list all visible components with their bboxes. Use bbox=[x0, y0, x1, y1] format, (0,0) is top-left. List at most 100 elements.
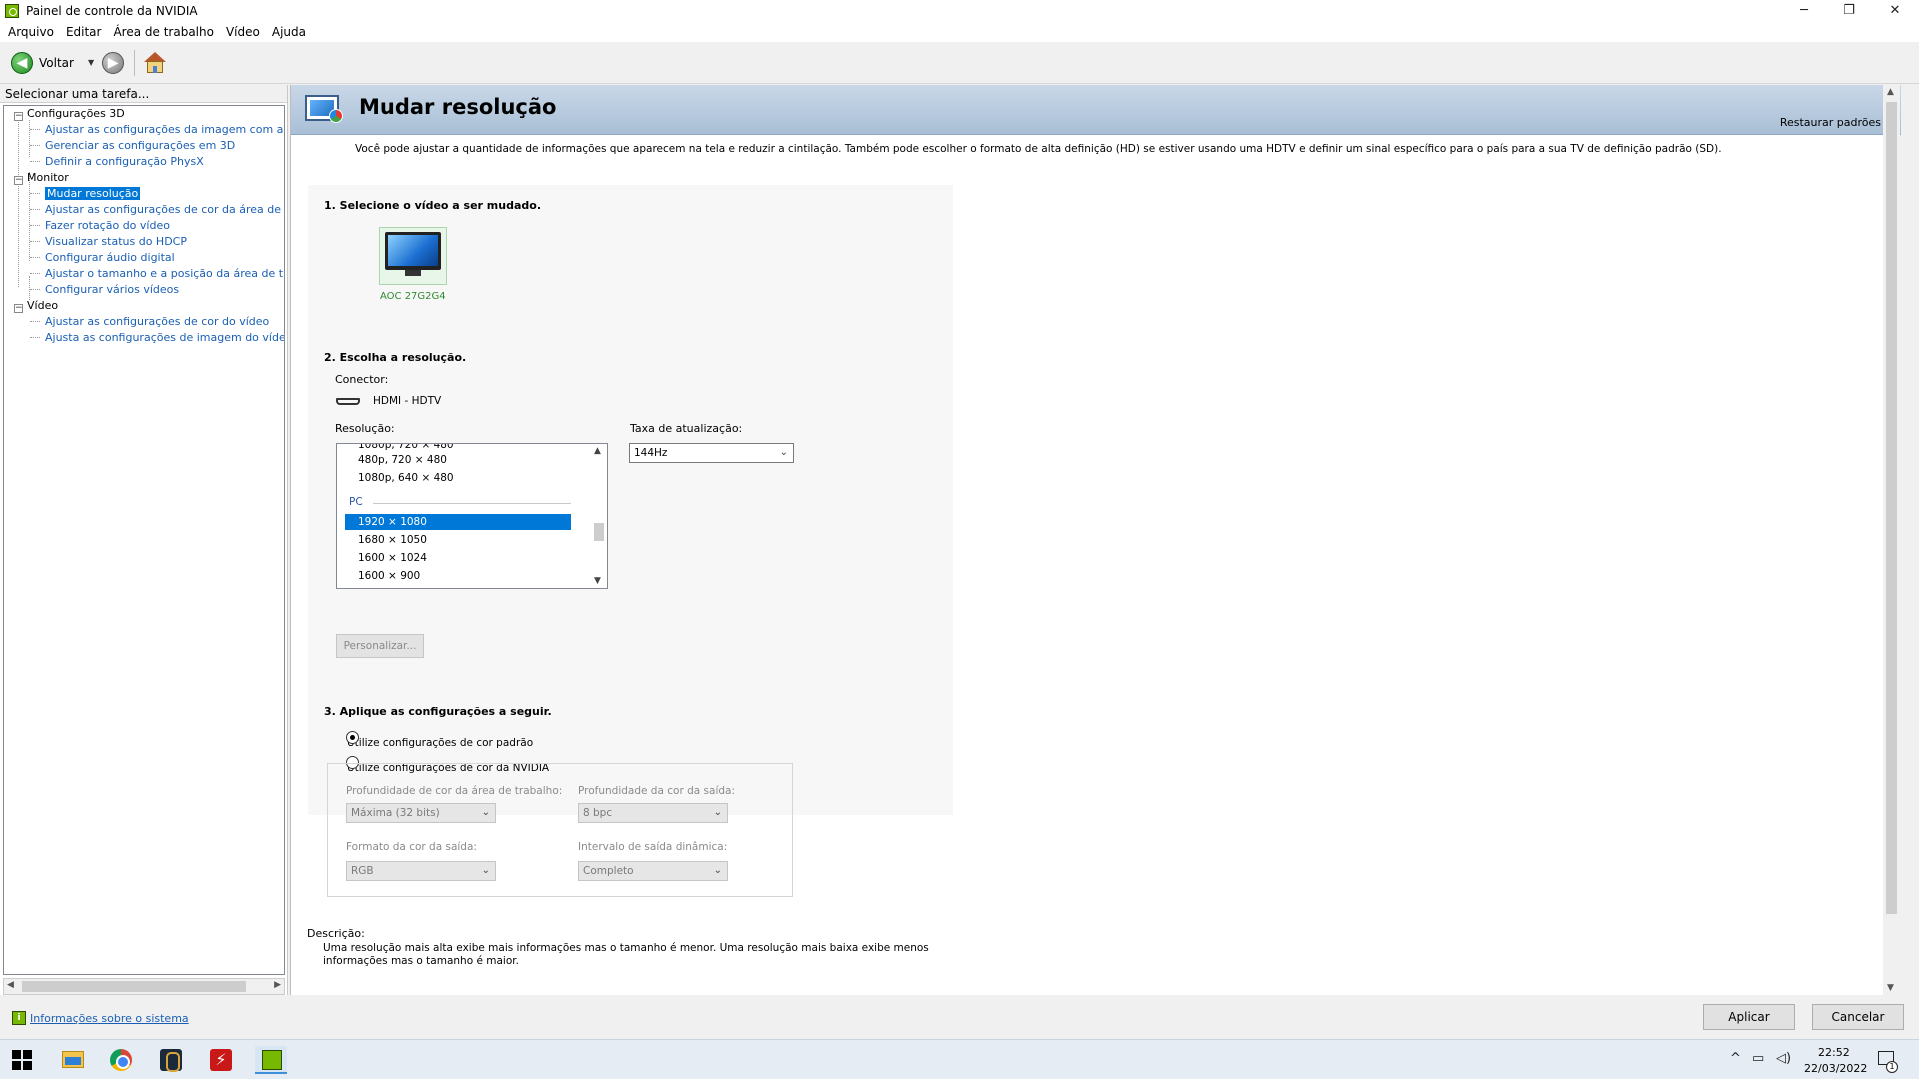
scrollbar-thumb[interactable] bbox=[1886, 102, 1897, 914]
back-arrow-icon[interactable]: ◀ bbox=[11, 51, 33, 74]
monitor-name[interactable]: AOC 27G2G4 bbox=[380, 291, 446, 302]
menu-editar[interactable]: Editar bbox=[60, 25, 108, 39]
maximize-button[interactable]: ❐ bbox=[1826, 0, 1872, 21]
description-title: Descrição: bbox=[307, 927, 365, 940]
close-button[interactable]: ✕ bbox=[1872, 0, 1918, 21]
chrome-icon[interactable] bbox=[110, 1049, 132, 1071]
tree-item-change-resolution[interactable]: Mudar resolução bbox=[45, 186, 141, 202]
menu-area-de-trabalho[interactable]: Área de trabalho bbox=[107, 25, 220, 39]
radio-default-color[interactable] bbox=[346, 731, 359, 744]
tree-item-multiple-displays[interactable]: Configurar vários vídeos bbox=[45, 282, 179, 298]
clock-time[interactable]: 22:52 bbox=[1818, 1046, 1850, 1059]
page-banner: Mudar resolução Restaurar padrões bbox=[291, 85, 1901, 135]
home-icon[interactable] bbox=[143, 51, 167, 75]
system-info-link[interactable]: Informações sobre o sistema bbox=[30, 1012, 189, 1025]
file-explorer-icon[interactable] bbox=[62, 1051, 84, 1068]
step3-heading: 3. Aplique as configurações a seguir. bbox=[324, 705, 552, 718]
chevron-down-icon: ⌄ bbox=[713, 807, 722, 818]
tree-item-desktop-size[interactable]: Ajustar o tamanho e a posição da área de… bbox=[45, 266, 284, 282]
tree-item-digital-audio[interactable]: Configurar áudio digital bbox=[45, 250, 175, 266]
dynamic-range-value: Completo bbox=[583, 865, 634, 877]
game-launcher-icon[interactable] bbox=[160, 1049, 182, 1072]
resolution-item[interactable]: 1680 × 1050 bbox=[358, 532, 427, 548]
collapse-icon[interactable]: − bbox=[14, 112, 23, 121]
refresh-rate-select[interactable]: 144Hz ⌄ bbox=[629, 443, 794, 463]
tree-item-rotate[interactable]: Fazer rotação do vídeo bbox=[45, 218, 170, 234]
lightning-app-icon[interactable]: ⚡ bbox=[210, 1049, 232, 1071]
output-depth-select[interactable]: 8 bpc ⌄ bbox=[578, 803, 728, 823]
tree-item-video-color[interactable]: Ajustar as configurações de cor do vídeo bbox=[45, 314, 269, 330]
network-icon[interactable]: ▭ bbox=[1752, 1051, 1764, 1066]
scroll-down-icon[interactable]: ▼ bbox=[594, 576, 601, 586]
output-depth-value: 8 bpc bbox=[583, 807, 613, 819]
desktop-depth-value: Máxima (32 bits) bbox=[351, 807, 440, 819]
toolbar-separator bbox=[134, 49, 136, 76]
forward-arrow-icon[interactable]: ▶ bbox=[102, 51, 125, 74]
task-tree-horizontal-scrollbar[interactable]: ◀ ▶ bbox=[3, 978, 285, 995]
tree-item-video-image[interactable]: Ajusta as configurações de imagem do víd… bbox=[45, 330, 284, 346]
nvidia-taskbar-icon[interactable] bbox=[255, 1046, 287, 1074]
connector-value: HDMI - HDTV bbox=[373, 395, 442, 407]
monitor-icon bbox=[385, 232, 441, 276]
display-resolution-icon bbox=[305, 91, 345, 129]
chevron-down-icon: ⌄ bbox=[779, 447, 788, 458]
chevron-down-icon: ⌄ bbox=[481, 865, 490, 876]
windows-start-icon[interactable] bbox=[12, 1050, 32, 1070]
tree-item-hdcp[interactable]: Visualizar status do HDCP bbox=[45, 234, 187, 250]
volume-icon[interactable]: ◁) bbox=[1776, 1051, 1791, 1066]
tree-item-desktop-color[interactable]: Ajustar as configurações de cor da área … bbox=[45, 202, 284, 218]
tree-item-image-settings[interactable]: Ajustar as configurações da imagem com a… bbox=[45, 122, 284, 138]
minimize-button[interactable]: ─ bbox=[1781, 0, 1827, 21]
scroll-left-icon[interactable]: ◀ bbox=[7, 980, 14, 990]
resolution-item[interactable]: 1600 × 900 bbox=[358, 568, 420, 584]
group-divider bbox=[373, 503, 571, 504]
scrollbar-thumb[interactable] bbox=[594, 523, 604, 541]
main-vertical-scrollbar[interactable]: ▲ ▼ bbox=[1883, 85, 1900, 995]
scroll-up-icon[interactable]: ▲ bbox=[594, 446, 601, 456]
clock-date[interactable]: 22/03/2022 bbox=[1804, 1062, 1867, 1075]
tree-item-manage-3d[interactable]: Gerenciar as configurações em 3D bbox=[45, 138, 235, 154]
title-bar: Painel de controle da NVIDIA ─ ❐ ✕ bbox=[0, 0, 1919, 21]
output-format-select[interactable]: RGB ⌄ bbox=[346, 861, 496, 881]
scroll-up-icon[interactable]: ▲ bbox=[1887, 87, 1894, 97]
apply-button[interactable]: Aplicar bbox=[1703, 1004, 1795, 1030]
chevron-down-icon: ⌄ bbox=[481, 807, 490, 818]
resolution-item-selected[interactable]: 1920 × 1080 bbox=[345, 514, 571, 530]
task-panel: Selecionar uma tarefa... − Configurações … bbox=[0, 85, 288, 995]
scroll-down-icon[interactable]: ▼ bbox=[1887, 983, 1894, 993]
menu-arquivo[interactable]: Arquivo bbox=[2, 25, 60, 39]
task-panel-header: Selecionar uma tarefa... bbox=[0, 85, 287, 103]
back-history-dropdown-icon[interactable]: ▼ bbox=[88, 58, 94, 67]
back-button-label[interactable]: Voltar bbox=[39, 56, 74, 70]
description-text: Uma resolução mais alta exibe mais infor… bbox=[323, 942, 929, 967]
resolution-list-scrollbar[interactable]: ▲ ▼ bbox=[590, 444, 607, 588]
menu-bar: Arquivo Editar Área de trabalho Vídeo Aj… bbox=[0, 21, 1919, 42]
tree-group-video[interactable]: − Vídeo bbox=[14, 298, 58, 314]
chevron-up-icon[interactable]: ^ bbox=[1730, 1051, 1741, 1066]
resolution-item[interactable]: 1600 × 1024 bbox=[358, 550, 427, 566]
tree-item-physx[interactable]: Definir a configuração PhysX bbox=[45, 154, 204, 170]
collapse-icon[interactable]: − bbox=[14, 304, 23, 313]
desktop-depth-select[interactable]: Máxima (32 bits) ⌄ bbox=[346, 803, 496, 823]
restore-defaults-link[interactable]: Restaurar padrões bbox=[1780, 116, 1881, 129]
resolution-label: Resolução: bbox=[335, 422, 395, 435]
step2-heading: 2. Escolha a resolução. bbox=[324, 351, 467, 364]
resolution-listbox[interactable]: 1080p, 720 × 480 480p, 720 × 480 1080p, … bbox=[336, 443, 608, 589]
radio-default-label[interactable]: Utilize configurações de cor padrão bbox=[347, 737, 607, 749]
tree-group-3d[interactable]: − Configurações 3D bbox=[14, 106, 125, 122]
step1-heading: 1. Selecione o vídeo a ser mudado. bbox=[324, 199, 542, 212]
page-title: Mudar resolução bbox=[359, 95, 557, 119]
customize-button[interactable]: Personalizar... bbox=[336, 634, 424, 658]
collapse-icon[interactable]: − bbox=[14, 176, 23, 185]
display-selector-aoc[interactable] bbox=[379, 227, 447, 285]
system-info: i Informações sobre o sistema bbox=[12, 1011, 189, 1025]
resolution-item[interactable]: 480p, 720 × 480 bbox=[358, 452, 447, 468]
dynamic-range-select[interactable]: Completo ⌄ bbox=[578, 861, 728, 881]
scrollbar-thumb[interactable] bbox=[22, 981, 246, 992]
menu-ajuda[interactable]: Ajuda bbox=[266, 25, 312, 39]
menu-video[interactable]: Vídeo bbox=[220, 25, 266, 39]
cancel-button[interactable]: Cancelar bbox=[1812, 1004, 1904, 1030]
scroll-right-icon[interactable]: ▶ bbox=[274, 980, 281, 990]
tree-group-monitor[interactable]: − Monitor bbox=[14, 170, 69, 186]
resolution-item[interactable]: 1080p, 640 × 480 bbox=[358, 470, 454, 486]
